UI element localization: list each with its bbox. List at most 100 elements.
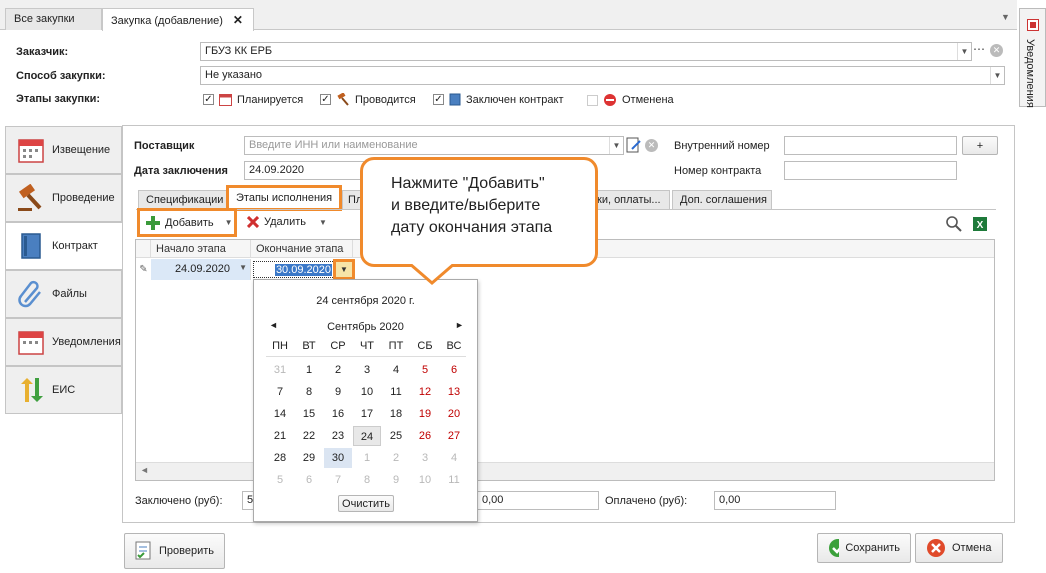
calendar-day[interactable]: 10 [411,470,439,490]
nav-eis[interactable]: ЕИС [5,366,122,414]
excel-export-icon[interactable]: X [972,216,988,232]
tab-specifications[interactable]: Спецификации [138,190,228,209]
add-internal-number-button[interactable]: + [962,136,998,155]
method-combobox[interactable]: Не указано ▼ [200,66,1005,85]
add-button[interactable]: Добавить ▼ [137,208,237,237]
tab-execution-stages[interactable]: Этапы исполнения [226,185,342,211]
calendar-day-today[interactable]: 24 [353,426,381,446]
stage-planned[interactable]: ✓ Планируется [203,93,303,106]
clear-date-button[interactable]: Очистить [338,495,394,512]
cell-end-date-editor[interactable]: 30.09.2020 [253,261,335,278]
chevron-down-icon[interactable]: ▼ [609,137,623,154]
calendar-day[interactable]: 1 [295,360,323,380]
calendar-day[interactable]: 22 [295,426,323,446]
chevron-down-icon[interactable]: ▼ [225,218,233,227]
month-label[interactable]: Сентябрь 2020 [254,321,477,333]
ellipsis-icon[interactable]: ⋯ [973,42,985,56]
tab-all-purchases[interactable]: Все закупки [5,8,102,30]
calendar-day[interactable]: 12 [411,382,439,402]
save-button[interactable]: Сохранить [817,533,911,563]
calendar-day[interactable]: 25 [382,426,410,446]
tab-acceptance-payments[interactable]: ки, оплаты... [594,190,670,209]
checkbox-unchecked[interactable] [587,94,598,106]
today-label[interactable]: 24 сентября 2020 г. [254,295,477,307]
chevron-right-icon[interactable]: ► [455,320,464,330]
nav-notifications[interactable]: Уведомления [5,318,122,366]
checkbox-checked[interactable]: ✓ [203,94,214,105]
calendar-day[interactable]: 27 [440,426,468,446]
chevron-down-icon[interactable]: ▼ [990,67,1004,84]
checkbox-checked[interactable]: ✓ [320,94,331,105]
calendar-day[interactable]: 6 [295,470,323,490]
supplier-input[interactable]: Введите ИНН или наименование ▼ [244,136,624,155]
nav-notice[interactable]: Извещение [5,126,122,174]
chevron-down-icon[interactable]: ▼ [957,43,971,60]
notifications-side-panel[interactable]: Уведомления [1019,8,1046,108]
calendar-day[interactable]: 29 [295,448,323,468]
contract-number-input[interactable] [784,161,957,180]
nav-contract[interactable]: Контракт [5,222,123,270]
checkbox-checked[interactable]: ✓ [433,94,444,105]
calendar-day[interactable]: 9 [324,382,352,402]
calendar-day[interactable]: 3 [353,360,381,380]
calendar-day[interactable]: 5 [411,360,439,380]
calendar-day[interactable]: 9 [382,470,410,490]
calendar-day[interactable]: 21 [266,426,294,446]
tab-dropdown-icon[interactable]: ▼ [1001,12,1010,22]
tab-purchase-add[interactable]: Закупка (добавление) ✕ [102,8,254,31]
middle-total-input[interactable]: 0,00 [477,491,599,510]
calendar-day[interactable]: 17 [353,404,381,424]
calendar-day[interactable]: 8 [295,382,323,402]
calendar-day[interactable]: 4 [382,360,410,380]
customer-combobox[interactable]: ГБУЗ КК ЕРБ ▼ [200,42,972,61]
date-dropdown-button[interactable]: ▼ [333,259,355,280]
calendar-day[interactable]: 31 [266,360,294,380]
column-start[interactable]: Начало этапа [151,240,251,258]
chevron-down-icon[interactable]: ▼ [319,218,327,227]
calendar-day[interactable]: 16 [324,404,352,424]
calendar-day[interactable]: 20 [440,404,468,424]
calendar-day[interactable]: 15 [295,404,323,424]
clear-icon[interactable]: ✕ [645,139,658,152]
calendar-day[interactable]: 10 [353,382,381,402]
calendar-day[interactable]: 7 [266,382,294,402]
chevron-left-icon[interactable]: ◄ [140,465,149,475]
calendar-day[interactable]: 13 [440,382,468,402]
calendar-day[interactable]: 18 [382,404,410,424]
paid-input[interactable]: 0,00 [714,491,836,510]
calendar-day[interactable]: 8 [353,470,381,490]
stage-in-progress[interactable]: ✓ Проводится [320,93,416,106]
clear-icon[interactable]: ✕ [990,44,1003,57]
calendar-day[interactable]: 5 [266,470,294,490]
calendar-day[interactable]: 11 [440,470,468,490]
calendar-day[interactable]: 23 [324,426,352,446]
calendar-day[interactable]: 2 [382,448,410,468]
check-button[interactable]: Проверить [124,533,225,569]
nav-conduct[interactable]: Проведение [5,174,122,222]
date-input[interactable]: 24.09.2020 [244,161,364,180]
calendar-day[interactable]: 3 [411,448,439,468]
calendar-day[interactable]: 7 [324,470,352,490]
calendar-day[interactable]: 4 [440,448,468,468]
calendar-day-selected[interactable]: 30 [324,448,352,468]
stage-cancelled[interactable]: Отменена [587,93,674,107]
search-icon[interactable] [946,216,962,232]
calendar-day[interactable]: 1 [353,448,381,468]
column-end[interactable]: Окончание этапа [251,240,353,258]
edit-document-icon[interactable] [626,137,642,154]
calendar-day[interactable]: 2 [324,360,352,380]
close-icon[interactable]: ✕ [233,13,243,27]
calendar-day[interactable]: 14 [266,404,294,424]
calendar-day[interactable]: 26 [411,426,439,446]
calendar-day[interactable]: 19 [411,404,439,424]
tab-additional-agreements[interactable]: Доп. соглашения [672,190,772,209]
calendar-day[interactable]: 11 [382,382,410,402]
calendar-day[interactable]: 28 [266,448,294,468]
cancel-button[interactable]: Отмена [915,533,1003,563]
stage-contract[interactable]: ✓ Заключен контракт [433,93,563,106]
internal-number-input[interactable] [784,136,957,155]
nav-files[interactable]: Файлы [5,270,122,318]
cell-start-date[interactable]: 24.09.2020 ▼ [151,259,251,280]
delete-button[interactable]: Удалить ▼ [247,216,327,228]
chevron-down-icon[interactable]: ▼ [239,263,247,272]
